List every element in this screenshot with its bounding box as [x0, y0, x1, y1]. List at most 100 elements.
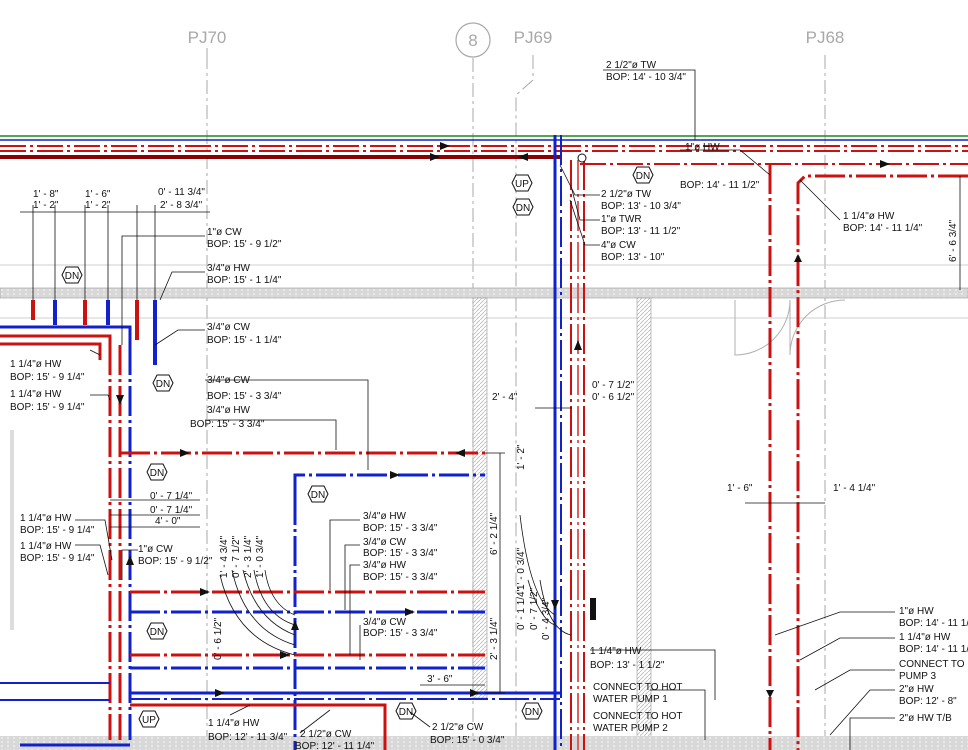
up-tag: UP: [511, 174, 533, 192]
up-tag: UP: [138, 710, 160, 728]
label-hw34b-size: 3/4"ø HW: [207, 405, 251, 416]
grid-label-8: 8: [468, 31, 477, 50]
svg-text:DN: DN: [636, 171, 650, 182]
dimension-lines: [20, 176, 961, 694]
label-hw-top-bop: BOP: 14' - 11 1/2": [680, 180, 760, 191]
dim-1-0-3-4-vert: 1' - 0 3/4": [516, 547, 527, 590]
svg-text:UP: UP: [142, 715, 156, 726]
dim-1-8: 1' - 8": [33, 189, 59, 200]
label-hw1r-bop: BOP: 14' - 11 1/2": [899, 618, 968, 629]
label-pump3-line2: PUMP 3: [899, 671, 936, 682]
dim-v-0-7-1-2: 0' - 7 1/2": [231, 535, 242, 578]
dim-0-6-1-2: 0' - 6 1/2": [592, 392, 635, 403]
label-hw2-tb: 2"ø HW T/B: [899, 713, 952, 724]
dim-0-7-1-4-b: 0' - 7 1/4": [150, 505, 193, 516]
plumbing-plan-drawing: PJ70 8 PJ69 PJ68 DN DN DN DN DN DN DN DN…: [0, 22, 968, 750]
svg-text:UP: UP: [515, 179, 529, 190]
label-hw2-bop: BOP: 12' - 8": [899, 696, 957, 707]
label-hw114b-size: 1 1/4"ø HW: [10, 389, 62, 400]
dn-tag: DN: [146, 622, 168, 640]
label-tw-main-bop: BOP: 14' - 10 3/4": [606, 72, 686, 83]
dim-3-6: 3' - 6": [427, 674, 453, 685]
dn-tag: DN: [632, 166, 654, 184]
svg-text:DN: DN: [150, 468, 164, 479]
label-hw114r2-size: 1 1/4"ø HW: [899, 632, 951, 643]
svg-text:DN: DN: [65, 271, 79, 282]
label-cw4-bop: BOP: 13' - 10": [601, 252, 665, 263]
dim-0-11-3-4: 0' - 11 3/4": [158, 187, 205, 198]
label-hw114r2-bop: BOP: 14' - 11 1/4": [899, 644, 968, 655]
label-hw34a-size: 3/4"ø HW: [207, 263, 251, 274]
dim-2-8-3-4: 2' - 8 3/4": [160, 200, 203, 211]
dn-tag: DN: [512, 198, 534, 216]
dn-tag: DN: [395, 702, 417, 720]
label-cw212-size: 2 1/2"ø CW: [300, 729, 352, 740]
label-cw34d-bop: BOP: 15' - 3 3/4": [363, 628, 438, 639]
label-twr-size: 1"ø TWR: [601, 214, 642, 225]
label-hw114e-size: 1 1/4"ø HW: [590, 646, 642, 657]
dn-tag: DN: [146, 463, 168, 481]
risers-pj69: [553, 135, 587, 750]
svg-text:DN: DN: [150, 627, 164, 638]
label-hw114e-bop: BOP: 13' - 1 1/2": [590, 660, 665, 671]
label-hw1r-size: 1"ø HW: [899, 606, 934, 617]
dim-v-0-6-1-2: 0' - 6 1/2": [213, 617, 224, 660]
svg-text:DN: DN: [311, 490, 325, 501]
dim-2-3-1-4: 2' - 3 1/4": [489, 617, 500, 660]
label-cw1-bop: BOP: 15' - 9 1/2": [207, 239, 282, 250]
dim-6-6-3-4: 6' - 6 3/4": [948, 219, 959, 262]
dim-v-1-0-3-4: 1' - 0 3/4": [255, 535, 266, 578]
label-cw34b-size: 3/4"ø CW: [207, 375, 251, 386]
label-hw34d-bop: BOP: 15' - 3 3/4": [363, 572, 438, 583]
dn-tag: DN: [307, 485, 329, 503]
svg-text:DN: DN: [156, 379, 170, 390]
dim-4-0: 4' - 0": [155, 516, 181, 527]
label-hw114a-size: 1 1/4"ø HW: [10, 359, 62, 370]
label-cw34d-size: 3/4"ø CW: [363, 617, 407, 628]
label-cw212b-bop: BOP: 15' - 0 3/4": [430, 735, 505, 746]
dim-v-1-4-3-4: 1' - 4 3/4": [219, 535, 230, 578]
label-tw25-size: 2 1/2"ø TW: [601, 189, 652, 200]
dim-v-2-3-1-4: 2' - 3 1/4": [243, 535, 254, 578]
label-pump1-line1: CONNECT TO HOT: [593, 682, 682, 693]
label-hw114b-bop: BOP: 15' - 9 1/4": [10, 402, 85, 413]
dim-1-2-b: 1' - 2": [85, 200, 111, 211]
dim-1-2-a: 1' - 2": [33, 200, 59, 211]
dim-1-6-right: 1' - 6": [727, 483, 753, 494]
grid-bubbles: PJ70 8 PJ69 PJ68: [188, 22, 845, 58]
dim-6-2-1-4: 6' - 2 1/4": [489, 512, 500, 555]
svg-text:DN: DN: [516, 203, 530, 214]
label-hw-top-size: 1"ø HW: [685, 142, 720, 153]
dimension-labels: 1' - 8" 1' - 2" 1' - 6" 1' - 2" 0' - 11 …: [33, 187, 959, 685]
svg-text:DN: DN: [525, 707, 539, 718]
label-hw114a-bop: BOP: 15' - 9 1/4": [10, 372, 85, 383]
label-hw34a-bop: BOP: 15' - 1 1/4": [207, 275, 282, 286]
label-tw-main-size: 2 1/2"ø TW: [606, 60, 657, 71]
dim-0-7-1-2: 0' - 7 1/2": [592, 380, 635, 391]
label-cw34c-size: 3/4"ø CW: [363, 537, 407, 548]
dim-1-2-vert: 1' - 2": [516, 444, 527, 470]
label-cw1-size: 1"ø CW: [207, 227, 242, 238]
grid-label-pj69: PJ69: [514, 28, 553, 47]
label-hw2-size: 2"ø HW: [899, 684, 934, 695]
label-cw212-bop: BOP: 12' - 11 1/4": [295, 741, 375, 750]
label-hw34b-bop: BOP: 15' - 3 3/4": [190, 419, 265, 430]
label-cw34a-bop: BOP: 15' - 1 1/4": [207, 335, 282, 346]
grid-label-pj68: PJ68: [806, 28, 845, 47]
label-hw34c-size: 3/4"ø HW: [363, 511, 407, 522]
direction-tags: DN DN DN DN DN DN DN DN DN UP UP: [61, 166, 654, 728]
label-tw25-bop: BOP: 13' - 10 3/4": [601, 201, 681, 212]
label-hw114c-bop: BOP: 15' - 9 1/4": [20, 525, 95, 536]
label-twr-bop: BOP: 13' - 11 1/2": [601, 226, 681, 237]
main-pipe-bundle: [0, 135, 968, 165]
dim-1-4-1-4: 1' - 4 1/4": [833, 483, 876, 494]
label-hw114d-size: 1 1/4"ø HW: [20, 541, 72, 552]
label-cw1b-bop: BOP: 15' - 9 1/2": [138, 556, 213, 567]
grid-label-pj70: PJ70: [188, 28, 227, 47]
dim-0-1-1-4: 0' - 1 1/4": [516, 587, 527, 630]
dim-0-4-3-4: 0' - 4 3/4": [541, 597, 552, 640]
label-cw4-size: 4"ø CW: [601, 240, 636, 251]
label-hw34c-bop: BOP: 15' - 3 3/4": [363, 523, 438, 534]
label-pump2-line2: WATER PUMP 2: [593, 723, 668, 734]
label-cw34c-bop: BOP: 15' - 3 3/4": [363, 548, 438, 559]
